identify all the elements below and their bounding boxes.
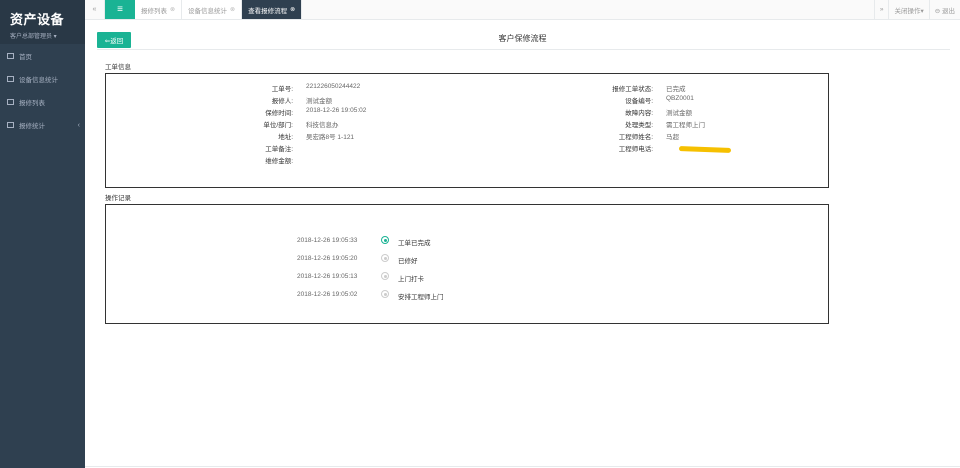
sidebar-item-label: 报修列表 — [19, 100, 45, 107]
field-row: 工程师姓名: 马超 — [566, 131, 679, 141]
section-label-log: 操作记录 — [105, 195, 131, 202]
field-label: 地址: — [278, 134, 293, 141]
field-label: 报修工单状态: — [612, 86, 653, 93]
close-operations-dropdown[interactable]: 关闭操作▾ — [888, 0, 928, 19]
scroll-tabs-right-button[interactable]: » — [873, 0, 889, 19]
menu-icon — [7, 99, 14, 105]
timeline-time: 2018-12-26 19:05:33 — [297, 237, 358, 244]
brand: 资产设备 客户总部管理员 ▾ — [0, 0, 85, 44]
tab-repair-list[interactable]: 报修列表 ⊗ — [135, 0, 183, 19]
scroll-tabs-left-button[interactable]: « — [85, 0, 105, 19]
field-value: 测试金额 — [306, 98, 332, 105]
sidebar-item-repair-list[interactable]: 报修列表 — [0, 91, 85, 113]
menu-icon — [7, 53, 14, 59]
status-dot-icon — [381, 254, 389, 262]
field-row: 保修时间: 2018-12-26 19:05:02 — [206, 107, 366, 117]
timeline-text: 已修好 — [398, 258, 418, 265]
menu-icon — [7, 76, 14, 82]
field-label: 工单备注: — [265, 146, 293, 153]
field-value: QBZ0001 — [666, 95, 694, 102]
sidebar-item-device-stats[interactable]: 设备信息统计 — [0, 68, 85, 90]
timeline-item: 2018-12-26 19:05:13 上门打卡 — [106, 272, 830, 287]
timeline-item: 2018-12-26 19:05:20 已修好 — [106, 254, 830, 269]
field-value: 吴宏路8号 1-121 — [306, 134, 355, 141]
chevron-left-icon: ‹ — [77, 121, 80, 129]
brand-title: 资产设备 — [10, 12, 65, 27]
tab-view-repair-flow[interactable]: 查看报修流程 ⊗ — [242, 0, 303, 19]
field-row: 单位/部门: 科技信息办 — [206, 119, 339, 129]
field-value: 科技信息办 — [306, 122, 339, 129]
field-label: 单位/部门: — [263, 122, 293, 129]
status-dot-icon — [381, 272, 389, 280]
menu-icon — [7, 122, 14, 128]
field-row: 报修人: 测试金额 — [206, 95, 332, 105]
field-label: 维修金额: — [265, 158, 293, 165]
sidebar-item-label: 首页 — [19, 54, 32, 61]
sidebar-item-label: 报修统计 — [19, 123, 45, 130]
section-label-workorder: 工单信息 — [105, 64, 131, 71]
sidebar-item-label: 设备信息统计 — [19, 77, 58, 84]
main-content: ⇐返回 客户保修流程 工单信息 工单号: 221226050244422 报修人… — [85, 21, 960, 468]
close-icon[interactable]: ⊗ — [230, 6, 235, 13]
field-label: 工程师姓名: — [618, 134, 653, 141]
field-label: 处理类型: — [625, 122, 653, 129]
timeline-time: 2018-12-26 19:05:20 — [297, 255, 358, 262]
status-dot-icon — [381, 290, 389, 298]
sidebar-item-repair-stats[interactable]: 报修统计 ‹ — [0, 114, 85, 136]
timeline-text: 上门打卡 — [398, 276, 424, 283]
field-label: 故障内容: — [625, 110, 653, 117]
tab-label: 设备信息统计 — [188, 7, 228, 15]
field-value: 2018-12-26 19:05:02 — [306, 107, 367, 114]
divider — [97, 49, 950, 50]
field-row: 工程师电话: — [566, 143, 666, 153]
status-dot-icon — [381, 236, 389, 244]
redaction-mark — [678, 146, 732, 153]
operation-log-panel: 2018-12-26 19:05:33 工单已完成 2018-12-26 19:… — [105, 204, 829, 324]
field-label: 报修人: — [271, 98, 293, 105]
timeline-item: 2018-12-26 19:05:02 安排工程师上门 — [106, 290, 830, 305]
field-row: 故障内容: 测试金额 — [566, 107, 692, 117]
field-value: 221226050244422 — [306, 83, 361, 90]
footer-divider — [85, 466, 960, 467]
field-row: 工单备注: — [206, 143, 306, 153]
field-row: 维修金额: — [206, 155, 306, 165]
logout-button[interactable]: ⊖ 退出 — [928, 0, 960, 19]
timeline-text: 工单已完成 — [398, 240, 431, 247]
timeline-text: 安排工程师上门 — [398, 294, 444, 301]
tab-label: 查看报修流程 — [248, 7, 288, 15]
field-row: 地址: 吴宏路8号 1-121 — [206, 131, 354, 141]
tab-label: 报修列表 — [141, 7, 167, 15]
field-row: 设备编号: QBZ0001 — [566, 95, 694, 105]
field-label: 保修时间: — [265, 110, 293, 117]
field-value: 需工程师上门 — [666, 122, 705, 129]
sidebar-item-home[interactable]: 首页 — [0, 45, 85, 67]
workorder-info-panel: 工单号: 221226050244422 报修人: 测试金额 保修时间: 201… — [105, 73, 829, 188]
top-tab-bar: « ≡ 报修列表 ⊗ 设备信息统计 ⊗ 查看报修流程 ⊗ » 关闭操作▾ ⊖ 退… — [85, 0, 960, 20]
user-role-dropdown[interactable]: 客户总部管理员 ▾ — [10, 31, 85, 40]
field-value: 已完成 — [666, 86, 686, 93]
field-value: 测试金额 — [666, 110, 692, 117]
page-title: 客户保修流程 — [498, 34, 547, 43]
menu-toggle-button[interactable]: ≡ — [105, 0, 135, 19]
field-row: 报修工单状态: 已完成 — [566, 83, 686, 93]
field-row: 工单号: 221226050244422 — [206, 83, 361, 93]
sidebar: 资产设备 客户总部管理员 ▾ 首页 设备信息统计 报修列表 报修统计 ‹ — [0, 0, 85, 468]
field-value: 马超 — [666, 134, 679, 141]
close-icon[interactable]: ⊗ — [290, 6, 295, 13]
field-label: 工单号: — [271, 86, 293, 93]
tab-device-stats[interactable]: 设备信息统计 ⊗ — [182, 0, 243, 19]
field-label: 工程师电话: — [618, 146, 653, 153]
timeline-time: 2018-12-26 19:05:02 — [297, 291, 358, 298]
field-row: 处理类型: 需工程师上门 — [566, 119, 705, 129]
timeline-item: 2018-12-26 19:05:33 工单已完成 — [106, 236, 830, 251]
close-icon[interactable]: ⊗ — [170, 6, 175, 13]
timeline-time: 2018-12-26 19:05:13 — [297, 273, 358, 280]
field-label: 设备编号: — [625, 98, 653, 105]
